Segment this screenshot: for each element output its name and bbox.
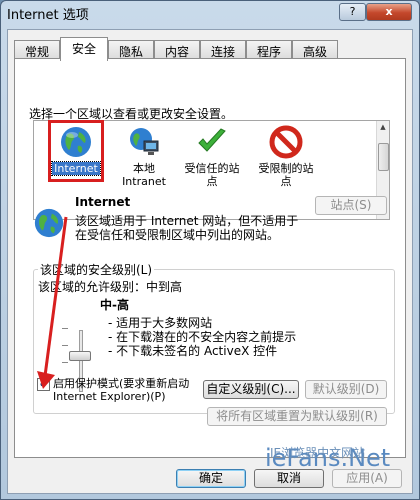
title-bar: Internet 选项 ? x: [1, 1, 419, 25]
tab-content[interactable]: 内容: [154, 40, 200, 59]
tab-advanced[interactable]: 高级: [292, 40, 338, 59]
selected-zone-description: 该区域适用于 Internet 网站，但不适用于 在受信任和受限制区域中列出的网…: [75, 214, 299, 242]
tab-general[interactable]: 常规: [14, 40, 60, 59]
checkmark-icon: [198, 128, 226, 152]
tab-connections[interactable]: 连接: [200, 40, 246, 59]
default-level-button[interactable]: 默认级别(D): [305, 380, 387, 399]
network-icon: [130, 128, 159, 155]
custom-level-button[interactable]: 自定义级别(C)...: [203, 380, 299, 399]
annotation-arrow: [37, 216, 68, 389]
level-bullet-3: - 不下载未签名的 ActiveX 控件: [108, 344, 278, 358]
sites-button[interactable]: 站点(S): [315, 196, 387, 215]
help-button[interactable]: ?: [339, 3, 366, 21]
zone-restricted-sites[interactable]: 受限制的站 点: [246, 125, 326, 188]
protected-mode-label: 启用保护模式(要求重新启动 Internet Explorer)(P): [53, 377, 190, 403]
window-title: Internet 选项: [7, 8, 89, 23]
apply-button[interactable]: 应用(A): [332, 469, 402, 488]
zone-label-internet: Internet: [51, 161, 101, 176]
zone-label-local-intranet: 本地 Intranet: [122, 162, 166, 188]
tab-privacy[interactable]: 隐私: [108, 40, 154, 59]
tab-security[interactable]: 安全: [60, 37, 108, 61]
current-level-title: 中-高: [100, 298, 129, 312]
security-panel: 选择一个区域以查看或更改安全设置。 Internet 本地 Intranet 受…: [14, 58, 406, 472]
zone-label-trusted-sites: 受信任的站 点: [184, 162, 240, 188]
scroll-thumb[interactable]: [378, 143, 389, 171]
reset-all-zones-button[interactable]: 将所有区域重置为默认级别(R): [207, 407, 387, 426]
globe-icon: [61, 127, 91, 157]
close-button[interactable]: x: [366, 3, 412, 21]
watermark-subtitle: IE浏览器中文网站: [270, 446, 366, 460]
selected-zone-title: Internet: [75, 195, 131, 209]
zone-trusted-sites[interactable]: 受信任的站 点: [172, 125, 252, 188]
scroll-up-icon[interactable]: ▲: [377, 121, 389, 134]
cancel-button[interactable]: 取消: [254, 469, 324, 488]
dialog-client: 常规 安全 隐私 内容 连接 程序 高级 选择一个区域以查看或更改安全设置。 I…: [7, 29, 413, 494]
internet-options-window: Internet 选项 ? x 常规 安全 隐私 内容 连接 程序 高级 选择一…: [0, 0, 420, 500]
ok-button[interactable]: 确定: [176, 469, 246, 488]
tab-programs[interactable]: 程序: [246, 40, 292, 59]
zone-label-restricted-sites: 受限制的站 点: [258, 162, 314, 188]
no-entry-icon: [269, 125, 303, 159]
